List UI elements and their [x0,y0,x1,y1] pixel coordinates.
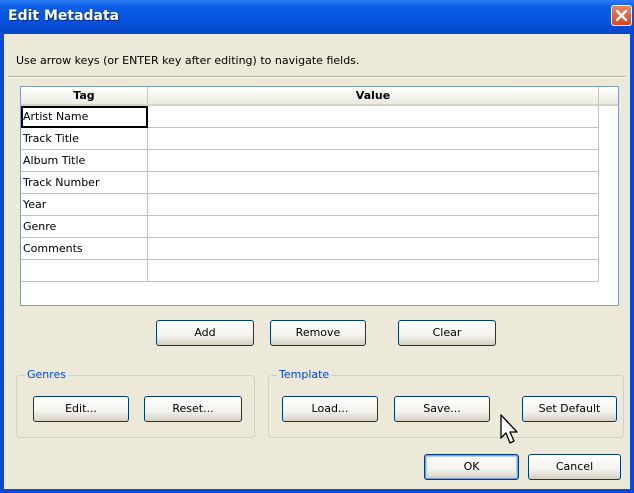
tag-cell[interactable] [21,260,148,282]
table-row[interactable]: Artist Name [21,106,599,128]
metadata-grid[interactable]: Tag Value Artist Name Track Title Album … [20,86,619,306]
value-cell[interactable] [148,106,599,128]
window-title: Edit Metadata [8,8,120,24]
table-row[interactable]: Track Number [21,172,599,194]
value-cell[interactable] [148,194,599,216]
value-cell[interactable] [148,216,599,238]
reset-genres-button[interactable]: Reset... [144,396,242,422]
value-cell[interactable] [148,238,599,260]
tag-cell[interactable]: Comments [21,238,148,260]
column-header-value[interactable]: Value [148,87,599,106]
table-row[interactable]: Track Title [21,128,599,150]
instruction-text: Use arrow keys (or ENTER key after editi… [16,54,360,67]
tag-cell[interactable]: Track Title [21,128,148,150]
load-template-button[interactable]: Load... [282,396,378,422]
tag-cell[interactable]: Artist Name [21,106,148,128]
value-cell[interactable] [148,128,599,150]
template-group: Template Load... Save... Set Default [268,368,624,438]
column-header-tag[interactable]: Tag [21,87,148,106]
ok-button[interactable]: OK [424,454,519,480]
grid-header: Tag Value [21,87,618,106]
tag-cell[interactable]: Genre [21,216,148,238]
tag-cell[interactable]: Album Title [21,150,148,172]
edit-genres-button[interactable]: Edit... [33,396,129,422]
title-bar[interactable]: Edit Metadata [0,0,634,34]
genres-group-label: Genres [25,368,69,381]
value-cell[interactable] [148,260,599,282]
set-default-button[interactable]: Set Default [522,396,617,422]
column-header-filler [599,87,618,106]
value-cell[interactable] [148,172,599,194]
tag-cell[interactable]: Track Number [21,172,148,194]
template-group-label: Template [277,368,332,381]
dialog-client-area: Use arrow keys (or ENTER key after editi… [4,34,630,489]
clear-button[interactable]: Clear [398,320,496,346]
genres-group: Genres Edit... Reset... [16,368,255,438]
close-x-icon [615,9,628,22]
table-row[interactable]: Genre [21,216,599,238]
table-row[interactable]: Album Title [21,150,599,172]
header-separator [8,76,626,78]
mouse-cursor-icon [500,414,518,444]
table-row[interactable] [21,260,599,282]
dialog-window: Edit Metadata Use arrow keys (or ENTER k… [0,0,634,493]
table-row[interactable]: Year [21,194,599,216]
close-button[interactable] [611,5,632,26]
table-row[interactable]: Comments [21,238,599,260]
save-template-button[interactable]: Save... [394,396,490,422]
remove-button[interactable]: Remove [270,320,366,346]
tag-cell[interactable]: Year [21,194,148,216]
add-button[interactable]: Add [156,320,254,346]
value-cell[interactable] [148,150,599,172]
cancel-button[interactable]: Cancel [528,454,621,480]
